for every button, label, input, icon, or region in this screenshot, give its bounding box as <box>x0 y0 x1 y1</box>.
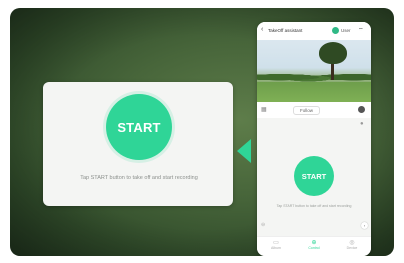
tab-label: Control <box>308 246 320 250</box>
tab-label: Album <box>271 246 281 250</box>
start-caption: Tap START button to take off and start r… <box>80 175 198 181</box>
chevron-right-icon[interactable]: › <box>361 222 368 229</box>
grid-icon[interactable]: ▦ <box>261 106 267 113</box>
user-name: User <box>341 28 351 33</box>
tab-control[interactable]: ⊕ Control <box>299 237 329 256</box>
phone-title: TakeOff assistant <box>268 28 303 33</box>
camera-preview <box>257 40 371 102</box>
device-icon: ◎ <box>349 240 355 246</box>
phone-header: ‹ TakeOff assistant User ⌔ <box>257 22 371 40</box>
tab-bar: ▭ Album ⊕ Control ◎ Device <box>257 236 371 256</box>
album-icon: ▭ <box>273 240 279 246</box>
showcase-card: START Tap START button to take off and s… <box>10 8 394 256</box>
tab-label: Device <box>346 246 358 250</box>
tree <box>319 42 347 64</box>
chevron-left-icon[interactable]: ‹ <box>261 26 263 33</box>
start-button-large[interactable]: START <box>106 94 172 160</box>
phone-mockup: ‹ TakeOff assistant User ⌔ ▦ Follow ● ST… <box>257 22 371 256</box>
grass <box>257 82 371 102</box>
start-button-small[interactable]: START <box>294 156 334 196</box>
avatar[interactable] <box>332 27 339 34</box>
mode-selector[interactable]: Follow <box>293 106 321 115</box>
tree-trunk <box>331 62 334 80</box>
control-icon: ⊕ <box>311 240 317 246</box>
mode-row: ▦ Follow <box>257 102 371 119</box>
start-panel: START Tap START button to take off and s… <box>43 82 233 206</box>
phone-start-caption: Tap START button to take off and start r… <box>276 204 352 208</box>
tab-album[interactable]: ▭ Album <box>261 237 291 256</box>
pointer-arrow-icon <box>237 139 251 163</box>
record-icon[interactable] <box>358 106 365 113</box>
tab-device[interactable]: ◎ Device <box>337 237 367 256</box>
phone-body: ● START Tap START button to take off and… <box>257 118 371 236</box>
toggle-icon[interactable]: ⊖ <box>261 222 265 228</box>
bushes <box>257 70 371 82</box>
wifi-icon: ⌔ <box>358 28 364 34</box>
mic-icon[interactable]: ● <box>360 121 364 127</box>
